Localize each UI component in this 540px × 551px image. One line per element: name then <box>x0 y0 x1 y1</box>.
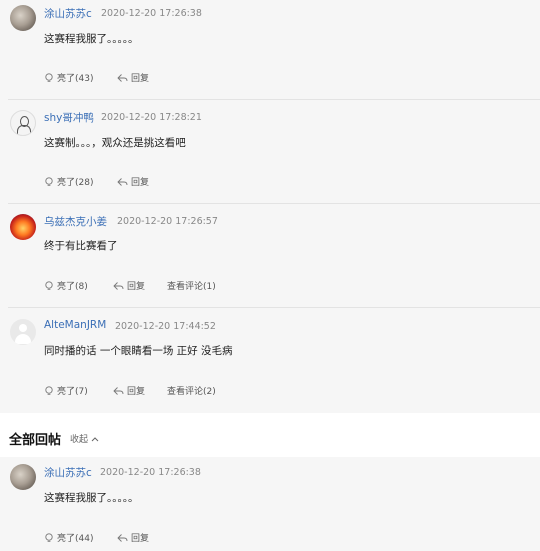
reply-arrow-icon <box>117 177 128 186</box>
reply-arrow-icon <box>113 281 124 290</box>
reply-button[interactable]: 回复 <box>117 175 149 188</box>
like-count-label: 亮了(43) <box>57 74 94 84</box>
reply-label: 回复 <box>131 534 150 544</box>
reply-timestamp: 2020-12-20 17:26:38 <box>100 467 201 478</box>
reply-label: 回复 <box>127 387 146 397</box>
collapse-button[interactable]: 收起 <box>70 432 99 445</box>
reply-content: 这赛程我服了。。。。。 <box>44 492 139 504</box>
like-count-label: 亮了(8) <box>57 282 88 292</box>
view-comments-label: 查看评论(1) <box>167 282 216 292</box>
reply-item: 涂山苏苏c 2020-12-20 17:26:38 这赛程我服了。。。。。 亮了… <box>0 0 540 100</box>
like-count-label: 亮了(44) <box>57 534 94 544</box>
reply-timestamp: 2020-12-20 17:28:21 <box>101 112 202 123</box>
lightbulb-icon <box>45 176 53 186</box>
reply-button[interactable]: 回复 <box>117 71 149 84</box>
reply-arrow-icon <box>117 533 128 542</box>
like-button[interactable]: 亮了(44) <box>44 531 93 544</box>
reply-timestamp: 2020-12-20 17:26:57 <box>117 216 218 227</box>
username-link[interactable]: 乌兹杰克小姜 <box>44 214 107 229</box>
view-comments-label: 查看评论(2) <box>167 387 216 397</box>
reply-label: 回复 <box>131 178 150 188</box>
view-comments-button[interactable]: 查看评论(1) <box>167 279 216 292</box>
page: 涂山苏苏c 2020-12-20 17:26:38 这赛程我服了。。。。。 亮了… <box>0 0 540 551</box>
reply-button[interactable]: 回复 <box>113 384 145 397</box>
like-button[interactable]: 亮了(43) <box>44 71 93 84</box>
reply-item: 乌兹杰克小姜 2020-12-20 17:26:57 终于有比赛看了 亮了(8)… <box>0 204 540 308</box>
like-button[interactable]: 亮了(28) <box>44 175 93 188</box>
reply-arrow-icon <box>113 386 124 395</box>
view-comments-button[interactable]: 查看评论(2) <box>167 384 216 397</box>
collapse-label: 收起 <box>70 435 89 445</box>
user-avatar[interactable] <box>10 464 36 490</box>
reply-content: 终于有比赛看了 <box>44 240 118 252</box>
username-link[interactable]: 涂山苏苏c <box>44 6 92 21</box>
section-title: 全部回帖 <box>9 433 62 448</box>
like-count-label: 亮了(7) <box>57 387 88 397</box>
like-count-label: 亮了(28) <box>57 178 94 188</box>
all-replies-section: 涂山苏苏c 2020-12-20 17:26:38 这赛程我服了。。。。。 亮了… <box>0 457 540 551</box>
username-link[interactable]: AlteManJRM <box>44 319 106 331</box>
username-link[interactable]: 涂山苏苏c <box>44 465 92 480</box>
reply-button[interactable]: 回复 <box>113 279 145 292</box>
like-button[interactable]: 亮了(7) <box>44 384 88 397</box>
all-replies-header: 全部回帖 收起 <box>0 413 540 457</box>
lightbulb-icon <box>45 532 53 542</box>
lightbulb-icon <box>45 280 53 290</box>
reply-label: 回复 <box>127 282 146 292</box>
user-avatar[interactable] <box>10 214 36 240</box>
user-avatar[interactable] <box>10 110 36 136</box>
reply-timestamp: 2020-12-20 17:26:38 <box>101 8 202 19</box>
user-avatar[interactable] <box>10 5 36 31</box>
lightbulb-icon <box>45 72 53 82</box>
reply-content: 这赛制。。。，观众还是挑这看吧 <box>44 137 186 149</box>
reply-item: AlteManJRM 2020-12-20 17:44:52 同时播的话 一个眼… <box>0 308 540 413</box>
reply-content: 同时播的话 一个眼睛看一场 正好 没毛病 <box>44 345 233 357</box>
like-button[interactable]: 亮了(8) <box>44 279 88 292</box>
reply-label: 回复 <box>131 74 150 84</box>
reply-item: shy哥冲鸭 2020-12-20 17:28:21 这赛制。。。，观众还是挑这… <box>0 100 540 204</box>
reply-button[interactable]: 回复 <box>117 531 149 544</box>
username-link[interactable]: shy哥冲鸭 <box>44 110 94 125</box>
chevron-up-icon <box>91 436 99 441</box>
reply-timestamp: 2020-12-20 17:44:52 <box>115 321 216 332</box>
reply-content: 这赛程我服了。。。。。 <box>44 33 139 45</box>
lightbulb-icon <box>45 385 53 395</box>
reply-arrow-icon <box>117 73 128 82</box>
user-avatar[interactable] <box>10 319 36 345</box>
reply-item: 涂山苏苏c 2020-12-20 17:26:38 这赛程我服了。。。。。 亮了… <box>0 457 540 551</box>
highlight-replies-section: 涂山苏苏c 2020-12-20 17:26:38 这赛程我服了。。。。。 亮了… <box>0 0 540 413</box>
